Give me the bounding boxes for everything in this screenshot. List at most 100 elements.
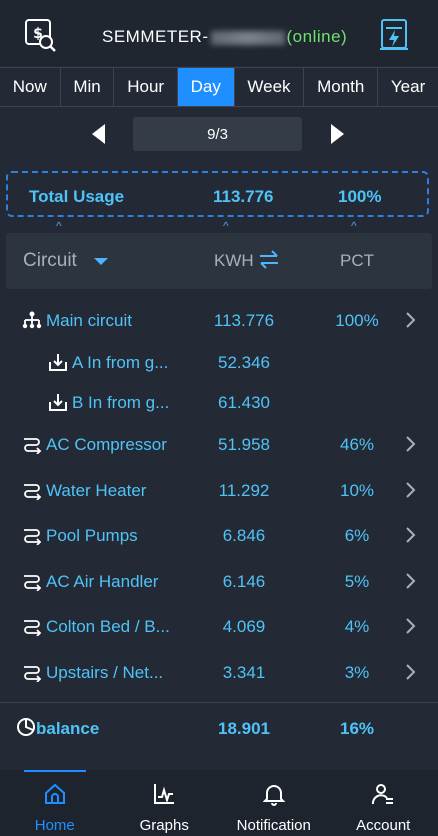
circuit-name: Upstairs / Net... xyxy=(46,663,164,682)
nav-home[interactable]: Home xyxy=(0,770,110,836)
total-usage-label: Total Usage xyxy=(29,187,125,206)
tab-year[interactable]: Year xyxy=(378,68,438,106)
circuit-row[interactable]: AC Air Handler 6.146 5% xyxy=(0,561,438,601)
prev-date-arrow-icon[interactable] xyxy=(92,124,105,144)
caret-up-icon: ^ xyxy=(223,219,229,233)
circuit-name: Pool Pumps xyxy=(46,526,138,545)
nav-graphs[interactable]: Graphs xyxy=(110,770,220,836)
balance-kwh: 18.901 xyxy=(218,719,270,738)
chevron-right-icon[interactable] xyxy=(403,311,419,329)
caret-up-icon: ^ xyxy=(351,219,357,233)
circuit-name: Water Heater xyxy=(46,481,147,500)
nav-label: Home xyxy=(34,817,75,834)
circuit-kwh: 4.069 xyxy=(222,617,266,636)
chevron-right-icon[interactable] xyxy=(403,435,419,453)
circuit-column-header[interactable]: Circuit xyxy=(23,250,77,272)
chevron-right-icon[interactable] xyxy=(403,481,419,499)
circuit-row: B In from g... 61.430 xyxy=(0,382,438,422)
import-icon xyxy=(48,392,68,412)
tab-week[interactable]: Week xyxy=(235,68,305,106)
top-bar: $ SEMMETER- (online) xyxy=(0,0,438,66)
circuit-name: AC Air Handler xyxy=(46,572,159,591)
circuit-kwh: 61.430 xyxy=(218,393,270,412)
chevron-right-icon[interactable] xyxy=(403,572,419,590)
redacted-id xyxy=(210,30,285,45)
chevron-right-icon[interactable] xyxy=(403,617,419,635)
tab-day[interactable]: Day xyxy=(177,68,235,106)
circuit-kwh: 11.292 xyxy=(218,481,270,500)
home-icon xyxy=(43,770,67,811)
circuit-row[interactable]: Pool Pumps 6.846 6% xyxy=(0,515,438,555)
swap-units-icon[interactable] xyxy=(259,249,279,269)
bell-icon xyxy=(262,770,286,811)
circuit-name: Colton Bed / B... xyxy=(46,617,170,636)
account-icon xyxy=(371,770,395,811)
circuit-icon xyxy=(22,571,42,592)
nav-notification[interactable]: Notification xyxy=(219,770,329,836)
circuit-kwh: 51.958 xyxy=(218,435,270,454)
period-tabs: Now Min Hour Day Week Month Year xyxy=(0,67,438,107)
circuit-row[interactable]: AC Compressor 51.958 46% xyxy=(0,424,438,464)
nav-label: Notification xyxy=(236,817,311,834)
tree-icon xyxy=(22,310,42,330)
circuit-name: AC Compressor xyxy=(46,435,167,454)
circuit-name: Main circuit xyxy=(46,311,132,330)
power-meter-icon[interactable] xyxy=(378,18,410,52)
import-icon xyxy=(48,352,68,372)
circuit-name: B In from g... xyxy=(72,393,170,412)
circuit-icon xyxy=(22,616,42,637)
circuit-pct: 10% xyxy=(339,481,375,500)
circuit-kwh: 6.146 xyxy=(222,572,266,591)
total-usage-kwh: 113.776 xyxy=(213,187,274,206)
pie-icon xyxy=(17,718,35,736)
circuit-pct: 3% xyxy=(344,663,370,682)
circuit-pct: 100% xyxy=(335,311,379,330)
balance-label: balance xyxy=(36,719,100,738)
divider xyxy=(0,702,438,703)
chevron-right-icon[interactable] xyxy=(403,526,419,544)
nav-label: Account xyxy=(356,817,411,834)
circuit-icon xyxy=(22,525,42,546)
bottom-navigation: Home Graphs Notification Account xyxy=(0,770,438,836)
circuit-row[interactable]: Upstairs / Net... 3.341 3% xyxy=(0,652,438,692)
circuit-kwh: 52.346 xyxy=(218,353,270,372)
circuit-kwh: 3.341 xyxy=(222,663,266,682)
circuit-row[interactable]: Colton Bed / B... 4.069 4% xyxy=(0,606,438,646)
chevron-right-icon[interactable] xyxy=(403,663,419,681)
circuit-icon xyxy=(22,662,42,683)
pct-column-header: PCT xyxy=(340,251,374,270)
circuit-kwh: 113.776 xyxy=(213,311,275,330)
caret-up-icon: ^ xyxy=(56,219,62,233)
circuit-pct: 46% xyxy=(339,435,375,454)
circuit-kwh: 6.846 xyxy=(222,526,266,545)
balance-pct: 16% xyxy=(339,719,375,738)
device-title: SEMMETER- (online) xyxy=(102,27,347,47)
circuit-row[interactable]: Main circuit 113.776 100% xyxy=(0,300,438,340)
tab-now[interactable]: Now xyxy=(0,68,61,106)
online-status: (online) xyxy=(286,27,348,46)
circuit-icon xyxy=(22,480,42,501)
date-navigation: 9/3 xyxy=(0,116,438,152)
meter-search-icon[interactable]: $ xyxy=(24,18,56,52)
total-usage-row[interactable]: Total Usage 113.776 100% xyxy=(6,171,429,217)
nav-account[interactable]: Account xyxy=(329,770,438,836)
total-usage-pct: 100% xyxy=(338,187,382,206)
nav-label: Graphs xyxy=(139,817,189,834)
circuit-icon xyxy=(22,434,42,455)
column-header: Circuit KWH PCT xyxy=(6,233,432,289)
tab-hour[interactable]: Hour xyxy=(114,68,178,106)
sort-dropdown-icon[interactable] xyxy=(94,258,108,265)
tab-month[interactable]: Month xyxy=(304,68,379,106)
kwh-column-header: KWH xyxy=(214,251,254,270)
circuit-name: A In from g... xyxy=(72,353,169,372)
circuit-pct: 6% xyxy=(344,526,370,545)
circuit-pct: 4% xyxy=(344,617,370,636)
graph-icon xyxy=(152,770,176,811)
device-name: SEMMETER- xyxy=(102,27,209,46)
tab-min[interactable]: Min xyxy=(61,68,115,106)
current-date[interactable]: 9/3 xyxy=(133,117,302,151)
circuit-row[interactable]: Water Heater 11.292 10% xyxy=(0,470,438,510)
circuit-row: A In from g... 52.346 xyxy=(0,342,438,382)
next-date-arrow-icon[interactable] xyxy=(331,124,344,144)
circuit-pct: 5% xyxy=(344,572,370,591)
